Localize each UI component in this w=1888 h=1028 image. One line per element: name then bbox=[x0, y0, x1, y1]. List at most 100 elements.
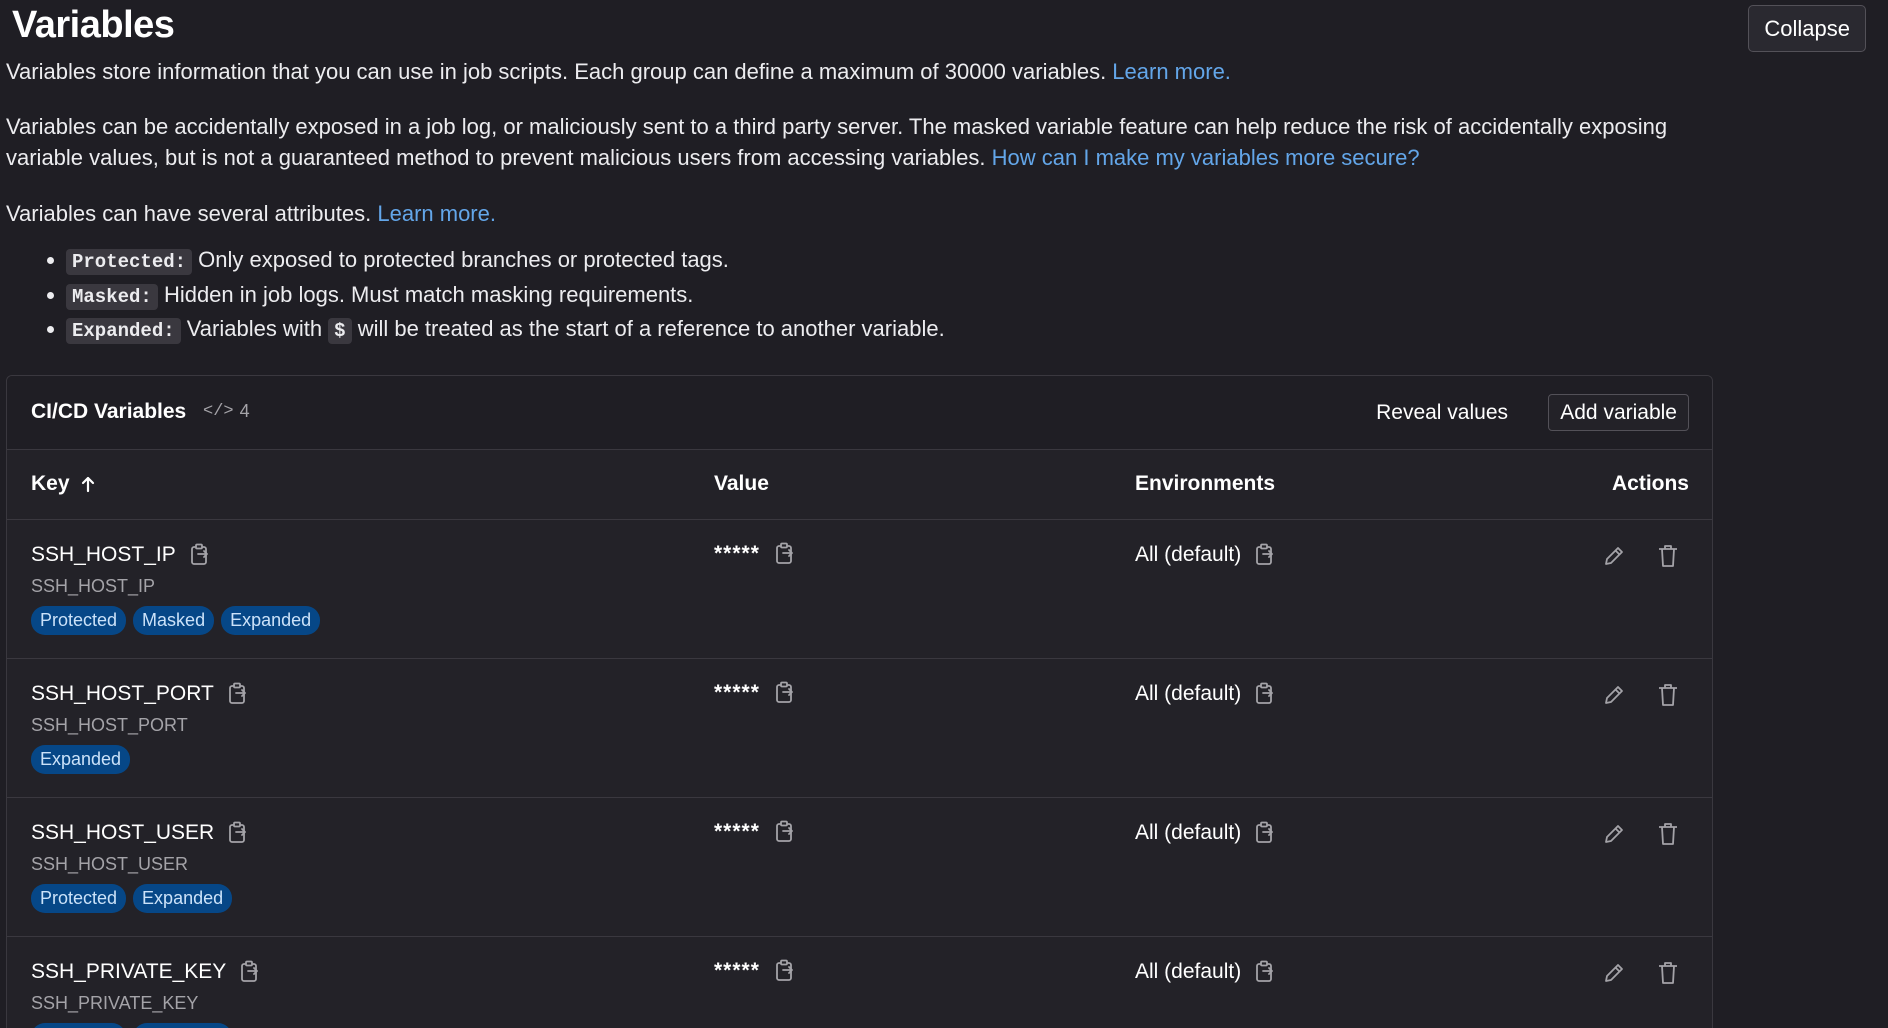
page-header: Variables Collapse bbox=[6, 0, 1882, 52]
attribute-badge: Expanded bbox=[221, 606, 321, 635]
copy-value-icon[interactable] bbox=[774, 959, 796, 983]
arrow-up-icon bbox=[81, 476, 94, 493]
environment-scope: All (default) bbox=[1135, 682, 1242, 705]
environment-cell: All (default) bbox=[1135, 960, 1276, 984]
variable-key: SSH_HOST_PORT bbox=[31, 682, 214, 705]
actions-cell bbox=[1598, 957, 1684, 989]
reveal-values-button[interactable]: Reveal values bbox=[1368, 394, 1516, 432]
card-header: CI/CD Variables </> 4 Reveal values Add … bbox=[7, 376, 1712, 450]
variable-key-subtitle: SSH_HOST_USER bbox=[31, 854, 189, 874]
environment-cell: All (default) bbox=[1135, 821, 1276, 845]
attribute-expanded: Expanded: Variables with $ will be treat… bbox=[36, 313, 1882, 348]
attribute-masked: Masked: Hidden in job logs. Must match m… bbox=[36, 279, 1882, 314]
learn-more-link-1[interactable]: Learn more. bbox=[1112, 59, 1231, 84]
code-icon: </> bbox=[203, 402, 234, 421]
attribute-badge: Protected bbox=[31, 884, 127, 913]
add-variable-button[interactable]: Add variable bbox=[1548, 394, 1689, 431]
attribute-badge: Expanded bbox=[31, 745, 131, 774]
copy-environment-icon[interactable] bbox=[1254, 960, 1276, 984]
page-title: Variables bbox=[12, 4, 175, 46]
attribute-code: Protected: bbox=[66, 249, 193, 275]
variable-key: SSH_HOST_IP bbox=[31, 543, 176, 566]
environment-cell: All (default) bbox=[1135, 543, 1276, 567]
copy-value-icon[interactable] bbox=[774, 820, 796, 844]
copy-key-icon[interactable] bbox=[227, 682, 249, 706]
intro-paragraph-1: Variables store information that you can… bbox=[6, 56, 1882, 87]
key-cell: SSH_HOST_IP bbox=[31, 543, 211, 567]
actions-cell bbox=[1598, 540, 1684, 572]
security-link[interactable]: How can I make my variables more secure? bbox=[992, 145, 1420, 170]
copy-value-icon[interactable] bbox=[774, 542, 796, 566]
attribute-badge: Expanded bbox=[133, 884, 233, 913]
intro-text-1: Variables store information that you can… bbox=[6, 59, 1113, 84]
value-cell: ***** bbox=[714, 681, 796, 705]
attribute-badge: Masked bbox=[133, 606, 215, 635]
intro-paragraph-3: Variables can have several attributes. L… bbox=[6, 198, 1882, 229]
edit-pencil-icon[interactable] bbox=[1598, 957, 1630, 989]
environment-cell: All (default) bbox=[1135, 682, 1276, 706]
variable-key-subtitle: SSH_HOST_PORT bbox=[31, 715, 188, 735]
card-title: CI/CD Variables bbox=[31, 400, 187, 423]
actions-cell bbox=[1598, 818, 1684, 850]
edit-pencil-icon[interactable] bbox=[1598, 540, 1630, 572]
variable-key-subtitle: SSH_HOST_IP bbox=[31, 576, 156, 596]
value-cell: ***** bbox=[714, 959, 796, 983]
copy-environment-icon[interactable] bbox=[1254, 821, 1276, 845]
copy-key-icon[interactable] bbox=[239, 960, 261, 984]
table-row: SSH_HOST_PORT SSH_HOST_PORT Expanded ***… bbox=[7, 659, 1712, 798]
key-cell: SSH_PRIVATE_KEY bbox=[31, 960, 261, 984]
intro-text-3: Variables can have several attributes. bbox=[6, 201, 378, 226]
copy-environment-icon[interactable] bbox=[1254, 543, 1276, 567]
variable-key: SSH_PRIVATE_KEY bbox=[31, 960, 227, 983]
cicd-variables-card: CI/CD Variables </> 4 Reveal values Add … bbox=[6, 375, 1713, 1028]
table-body: SSH_HOST_IP SSH_HOST_IP Protected Masked E… bbox=[7, 520, 1712, 1028]
learn-more-link-2[interactable]: Learn more. bbox=[377, 201, 496, 226]
table-row: SSH_HOST_IP SSH_HOST_IP Protected Masked E… bbox=[7, 520, 1712, 659]
column-header-environments: Environments bbox=[1135, 472, 1276, 495]
masked-value: ***** bbox=[714, 959, 760, 982]
table-row: SSH_PRIVATE_KEY SSH_PRIVATE_KEY Protecte… bbox=[7, 937, 1712, 1028]
value-cell: ***** bbox=[714, 542, 796, 566]
attribute-code: Expanded: bbox=[66, 318, 181, 344]
attribute-text: Variables with bbox=[180, 316, 329, 341]
copy-environment-icon[interactable] bbox=[1254, 682, 1276, 706]
copy-key-icon[interactable] bbox=[227, 821, 249, 845]
column-header-actions: Actions bbox=[1611, 472, 1689, 495]
environment-scope: All (default) bbox=[1135, 543, 1242, 566]
variables-page: Variables Collapse Variables store infor… bbox=[0, 0, 1888, 1028]
copy-value-icon[interactable] bbox=[774, 681, 796, 705]
key-cell: SSH_HOST_USER bbox=[31, 821, 249, 845]
delete-trash-icon[interactable] bbox=[1652, 679, 1684, 711]
delete-trash-icon[interactable] bbox=[1652, 818, 1684, 850]
attribute-badge: Expanded bbox=[133, 1023, 233, 1028]
attribute-code: Masked: bbox=[66, 283, 158, 310]
edit-pencil-icon[interactable] bbox=[1598, 679, 1630, 711]
variable-key-subtitle: SSH_PRIVATE_KEY bbox=[31, 993, 199, 1013]
table-header: Key Value Environments Actions bbox=[7, 450, 1712, 520]
attribute-badges: Protected Expanded bbox=[31, 1023, 233, 1028]
collapse-button[interactable]: Collapse bbox=[1748, 5, 1866, 52]
attribute-badges: ProtectedExpanded bbox=[31, 884, 233, 913]
edit-pencil-icon[interactable] bbox=[1598, 818, 1630, 850]
attribute-protected: Protected: Only exposed to protected bra… bbox=[36, 244, 1882, 279]
attribute-badges: Expanded bbox=[31, 745, 131, 774]
column-header-key[interactable]: Key bbox=[31, 472, 96, 496]
environment-scope: All (default) bbox=[1135, 960, 1242, 983]
table-row: SSH_HOST_USER SSH_HOST_USER Protected Exp… bbox=[7, 798, 1712, 937]
masked-value: ***** bbox=[714, 681, 760, 704]
variable-count: </> 4 bbox=[203, 401, 250, 422]
attributes-list: Protected: Only exposed to protected bra… bbox=[6, 244, 1882, 348]
attribute-badges: Protected Masked Expanded bbox=[31, 606, 321, 635]
delete-trash-icon[interactable] bbox=[1652, 540, 1684, 572]
attribute-text: Hidden in job logs. Must match masking r… bbox=[157, 281, 694, 307]
count-value: 4 bbox=[239, 401, 250, 421]
copy-key-icon[interactable] bbox=[189, 543, 211, 567]
delete-trash-icon[interactable] bbox=[1652, 957, 1684, 989]
variable-key: SSH_HOST_USER bbox=[31, 821, 215, 844]
intro-paragraph-2: Variables can be accidentally exposed in… bbox=[6, 111, 1726, 173]
attribute-badge: Protected bbox=[31, 1023, 127, 1028]
masked-value: ***** bbox=[714, 820, 760, 843]
column-key-label: Key bbox=[31, 472, 70, 495]
value-cell: ***** bbox=[714, 820, 796, 844]
attribute-badge: Protected bbox=[31, 606, 127, 635]
